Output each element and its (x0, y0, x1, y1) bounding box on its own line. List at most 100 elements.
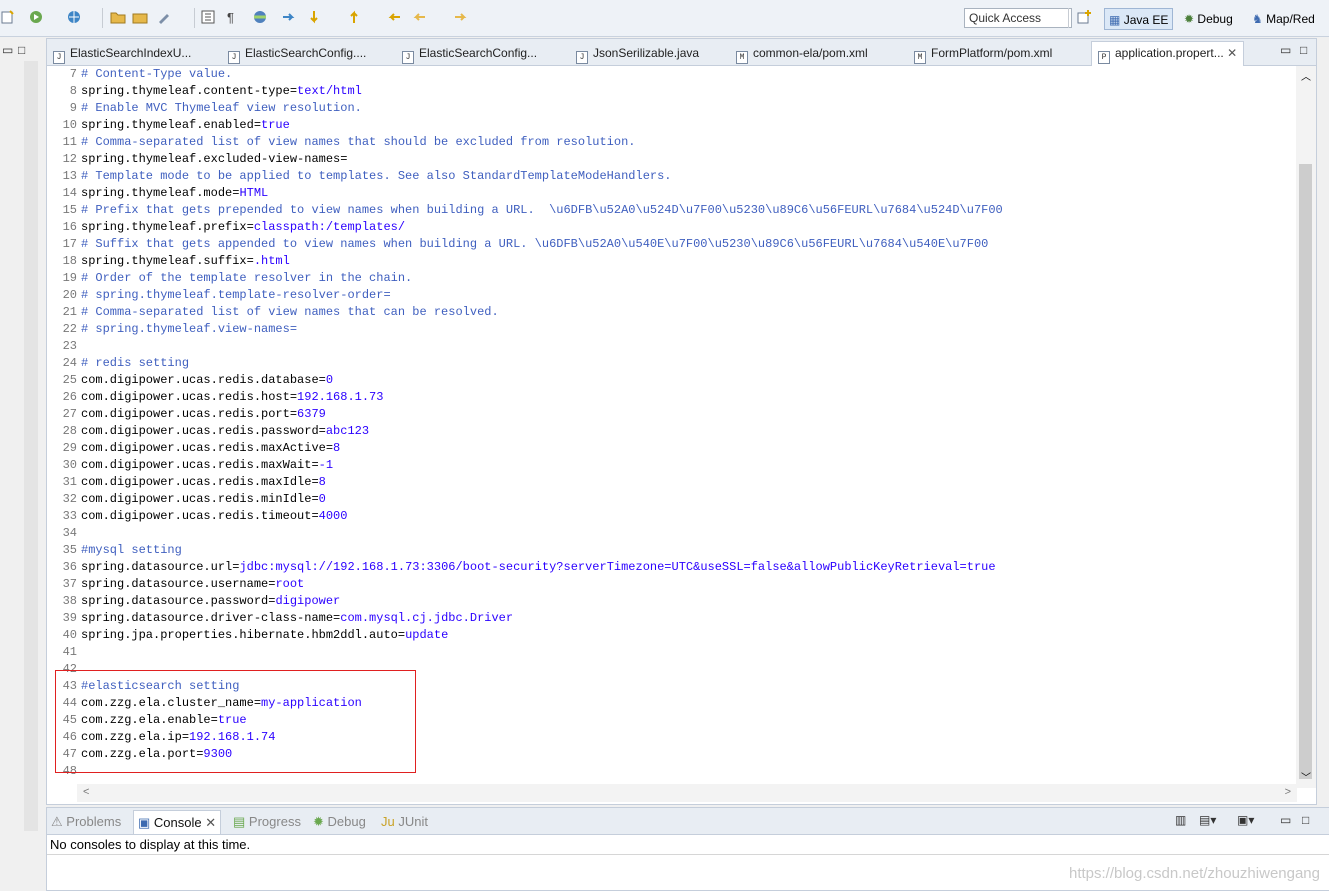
comment-text: # Suffix that gets appended to view name… (81, 237, 989, 251)
tab-common-ela-pom[interactable]: Mcommon-ela/pom.xml (736, 42, 868, 64)
code-line: 41 (47, 644, 81, 661)
tab-junit[interactable]: Ju JUnit (381, 813, 428, 831)
line-number: 8 (69, 84, 77, 98)
tab-console[interactable]: ▣ Console ✕ (133, 810, 222, 834)
line-number: 15 (62, 203, 77, 217)
code-line: 30 com.digipower.ucas.redis.maxWait=-1 (47, 457, 333, 474)
chevron-up-icon[interactable]: ︿ (1301, 68, 1311, 83)
code-editor[interactable]: 7 # Content-Type value. 8 spring.thymeleaf.… (47, 66, 1295, 784)
property-value: update (405, 628, 449, 642)
line-number: 27 (62, 407, 77, 421)
line-number: 11 (62, 135, 77, 149)
main-toolbar: ¶ Quick Access ▦ Java EE ✹ Debug ♞ Map/R… (0, 0, 1329, 37)
open-perspective-icon[interactable] (1076, 9, 1092, 25)
new-icon[interactable] (0, 9, 16, 25)
code-line: 37 spring.datasource.username=root (47, 576, 305, 593)
tab-json-serilizable[interactable]: J JsonSerilizable.java (576, 42, 699, 64)
back-icon[interactable] (412, 9, 428, 25)
watermark: https://blog.csdn.net/zhouzhiwengang (1068, 865, 1320, 882)
java-file-icon: J (402, 51, 414, 64)
line-number: 29 (62, 441, 77, 455)
display-console-icon[interactable]: ▤▾ (1199, 813, 1216, 827)
next-annotation-icon[interactable] (280, 9, 296, 25)
property-key: com.zzg.ela.cluster_name= (81, 696, 262, 710)
minimize-icon[interactable]: ▭ (1280, 813, 1291, 827)
maven-file-icon: M (736, 51, 748, 64)
perspective-java-ee[interactable]: ▦ Java EE (1104, 8, 1174, 30)
property-key: com.digipower.ucas.redis.password= (81, 424, 326, 438)
property-key: spring.thymeleaf.enabled= (81, 118, 262, 132)
code-line: 43 #elasticsearch setting (47, 678, 240, 695)
last-edit-icon[interactable] (388, 9, 404, 25)
property-value: HTML (239, 186, 269, 200)
chevron-down-icon[interactable]: ﹀ (1301, 769, 1311, 784)
maximize-icon[interactable]: □ (1300, 43, 1307, 57)
tab-elasticsearch-config-1[interactable]: J ElasticSearchConfig.... (228, 42, 366, 64)
chevron-right-icon[interactable]: > (1285, 786, 1291, 798)
property-value: .html (253, 254, 290, 268)
show-whitespace-icon[interactable]: ¶ (224, 9, 240, 25)
line-number: 48 (62, 764, 77, 778)
open-folder-icon[interactable] (110, 9, 126, 25)
bottom-tab-bar: ⚠ Problems ▣ Console ✕ ▤ Progress ✹ Debu… (47, 808, 1329, 835)
property-value: text/html (297, 84, 362, 98)
line-number: 17 (62, 237, 77, 251)
comment-text: # spring.thymeleaf.template-resolver-ord… (81, 288, 391, 302)
line-number: 32 (62, 492, 77, 506)
minimize-icon[interactable]: ▭ (2, 43, 13, 57)
perspective-map-reduce[interactable]: ♞ Map/Red (1248, 8, 1319, 30)
line-number: 21 (62, 305, 77, 319)
horizontal-scrollbar[interactable]: < > (77, 784, 1297, 802)
run-config-icon[interactable] (28, 9, 44, 25)
perspective-label: Java EE (1123, 13, 1169, 27)
code-line: 21 # Comma-separated list of view names t… (47, 304, 499, 321)
tab-elasticsearch-config-2[interactable]: J ElasticSearchConfig... (402, 42, 537, 64)
close-icon[interactable]: ✕ (1227, 46, 1237, 60)
block-select-icon[interactable] (200, 9, 216, 25)
tab-problems[interactable]: ⚠ Problems (51, 813, 121, 831)
tab-label: Console (153, 815, 202, 830)
code-line: 12 spring.thymeleaf.excluded-view-names= (47, 151, 348, 168)
elephant-icon: ♞ (1252, 12, 1263, 26)
tab-application-properties[interactable]: Papplication.propert... ✕ (1091, 41, 1245, 66)
quick-access-input[interactable]: Quick Access (964, 8, 1072, 28)
problems-icon: ⚠ (51, 814, 63, 829)
open-console-icon[interactable]: ▣▾ (1237, 813, 1254, 827)
line-number: 46 (62, 730, 77, 744)
tab-debug[interactable]: ✹ Debug (313, 813, 366, 831)
property-value: 4000 (318, 509, 348, 523)
tab-elasticsearch-index-util[interactable]: J ElasticSearchIndexU... (53, 42, 191, 64)
toolbar-separator (194, 8, 195, 28)
property-key: com.zzg.ela.enable= (81, 713, 218, 727)
java-file-icon: J (576, 51, 588, 64)
tab-formplatform-pom[interactable]: M FormPlatform/pom.xml (914, 42, 1052, 64)
java-ee-icon: ▦ (1109, 13, 1121, 27)
scrollbar-thumb[interactable] (1299, 164, 1312, 779)
open-type-icon[interactable] (132, 9, 148, 25)
close-icon[interactable]: ✕ (205, 815, 216, 830)
brush-icon[interactable] (156, 9, 172, 25)
maximize-icon[interactable]: □ (18, 43, 25, 57)
web-browser-icon[interactable] (252, 9, 268, 25)
next-edit-icon[interactable] (306, 9, 322, 25)
code-line: 33 com.digipower.ucas.redis.timeout=4000 (47, 508, 348, 525)
minimize-icon[interactable]: ▭ (1280, 43, 1291, 57)
pin-console-icon[interactable]: ▥ (1175, 813, 1186, 827)
maximize-icon[interactable]: □ (1302, 813, 1309, 827)
chevron-left-icon[interactable]: < (83, 786, 89, 798)
property-key: spring.datasource.username= (81, 577, 276, 591)
tab-progress[interactable]: ▤ Progress (233, 813, 301, 831)
line-number: 45 (62, 713, 77, 727)
globe-run-icon[interactable] (66, 9, 82, 25)
property-value: 6379 (297, 407, 326, 421)
console-icon: ▣ (138, 815, 151, 830)
forward-icon[interactable] (452, 9, 468, 25)
property-key: spring.thymeleaf.prefix= (81, 220, 254, 234)
vertical-scrollbar[interactable]: ︿ ﹀ (1296, 66, 1316, 788)
perspective-debug[interactable]: ✹ Debug (1180, 8, 1237, 30)
comment-text: # Order of the template resolver in the … (81, 271, 413, 285)
prev-edit-icon[interactable] (346, 9, 362, 25)
code-line: 26 com.digipower.ucas.redis.host=192.168.… (47, 389, 384, 406)
line-number: 33 (62, 509, 77, 523)
editor-pane: J ElasticSearchIndexU... J ElasticSearchCo… (46, 38, 1317, 805)
